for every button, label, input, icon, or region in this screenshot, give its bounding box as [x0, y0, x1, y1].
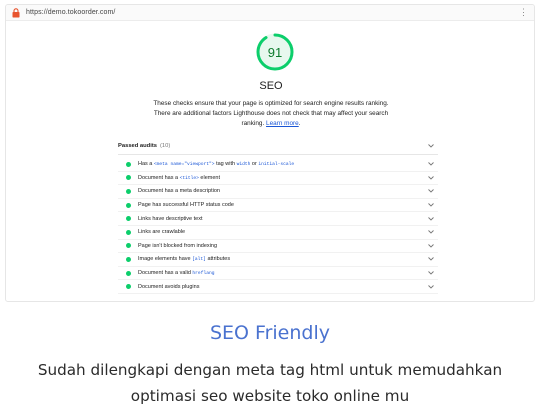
pass-dot-icon: [126, 216, 131, 222]
audit-label: Document has a meta description: [138, 188, 220, 195]
feature-description: Sudah dilengkapi dengan meta tag html un…: [37, 361, 503, 405]
chevron-down-icon[interactable]: [428, 143, 434, 148]
chevron-down-icon[interactable]: [428, 176, 434, 180]
audit-row[interactable]: Links have descriptive text: [118, 212, 438, 226]
audit-row[interactable]: Document has a valid hreflang: [118, 267, 438, 281]
audit-label: Links have descriptive text: [138, 215, 203, 222]
learn-more-link[interactable]: Learn more: [266, 120, 299, 127]
category-title: SEO: [259, 80, 283, 92]
chevron-down-icon[interactable]: [428, 189, 434, 194]
url-text: https://demo.tokoorder.com/: [26, 9, 116, 16]
pass-dot-icon: [126, 202, 131, 208]
browser-address-bar[interactable]: https://demo.tokoorder.com/ ⋮: [6, 5, 534, 21]
pass-dot-icon: [126, 243, 131, 249]
audit-label: Page isn't blocked from indexing: [138, 242, 218, 249]
pass-dot-icon: [126, 188, 131, 194]
score-value: 91: [267, 44, 283, 60]
chevron-down-icon[interactable]: [428, 203, 434, 207]
audit-label: Has a <meta name="viewport"> tag with wi…: [138, 161, 295, 168]
pass-dot-icon: [126, 175, 131, 181]
audit-row[interactable]: Page isn't blocked from indexing: [118, 240, 438, 254]
chevron-down-icon[interactable]: [428, 257, 434, 262]
pass-dot-icon: [126, 229, 131, 235]
audit-row[interactable]: Document has a meta description: [118, 185, 438, 199]
audit-label: Links are crawlable: [138, 229, 186, 236]
chevron-down-icon[interactable]: [428, 216, 434, 221]
audit-row[interactable]: Has a <meta name="viewport"> tag with wi…: [118, 158, 438, 172]
audit-row[interactable]: Links are crawlable: [118, 226, 438, 240]
lock-icon: [12, 7, 20, 18]
chevron-down-icon[interactable]: [428, 284, 434, 289]
pass-dot-icon: [126, 161, 131, 167]
category-description: These checks ensure that your page is op…: [153, 100, 389, 127]
chevron-down-icon[interactable]: [428, 244, 434, 248]
more-vert-icon[interactable]: ⋮: [519, 8, 528, 17]
audit-list: Has a <meta name="viewport"> tag with wi…: [118, 158, 438, 294]
group-count: (10): [160, 142, 171, 149]
pass-dot-icon: [126, 256, 131, 262]
audit-label: Image elements have [alt] attributes: [138, 256, 231, 263]
audit-row[interactable]: Page has successful HTTP status code: [118, 199, 438, 213]
pass-dot-icon: [126, 284, 131, 290]
chevron-down-icon[interactable]: [428, 162, 434, 166]
chevron-down-icon[interactable]: [428, 230, 434, 234]
audit-row[interactable]: Document avoids plugins: [118, 280, 438, 294]
audit-label: Document has a <title> element: [138, 174, 220, 181]
audit-label: Document avoids plugins: [138, 283, 200, 290]
feature-title: SEO Friendly: [209, 322, 330, 344]
audit-row[interactable]: Image elements have [alt] attributes: [118, 253, 438, 267]
lighthouse-screenshot: https://demo.tokoorder.com/ ⋮ 91 SEO The…: [5, 4, 535, 302]
audit-label: Page has successful HTTP status code: [138, 202, 234, 209]
passed-audits-header[interactable]: Passed audits (10): [118, 137, 438, 155]
audit-row[interactable]: Document has a <title> element: [118, 172, 438, 186]
pass-dot-icon: [126, 270, 131, 276]
score-gauge: 91: [255, 32, 295, 72]
audit-label: Document has a valid hreflang: [138, 270, 215, 277]
chevron-down-icon[interactable]: [428, 271, 434, 275]
group-title: Passed audits: [118, 142, 157, 149]
